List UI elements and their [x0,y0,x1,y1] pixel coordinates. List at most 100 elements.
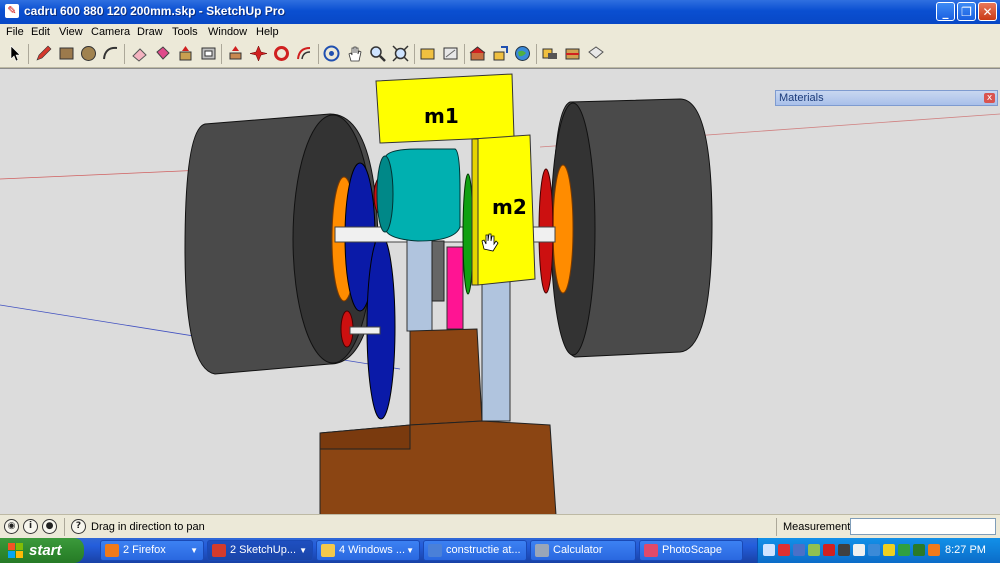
move-icon[interactable] [226,44,245,63]
user-icon[interactable]: ● [42,519,57,534]
task-sketchup[interactable]: 2 SketchUp... ▼ [207,540,313,561]
tray-icon-2[interactable] [778,544,790,556]
right-rim [552,164,574,294]
minimize-button[interactable]: _ [936,2,955,21]
model-viewport[interactable]: m1 m2 [0,68,1000,515]
rectangle-icon[interactable] [57,44,76,63]
task-label: constructie at... [446,544,521,556]
firefox-icon [105,544,119,557]
menu-view[interactable]: View [59,26,83,38]
warehouse-icon[interactable] [468,44,487,63]
task-photoscape[interactable]: PhotoScape [639,540,743,561]
menu-help[interactable]: Help [256,26,279,38]
clock[interactable]: 8:27 PM [945,544,986,556]
component-icon[interactable] [491,44,510,63]
close-button[interactable]: ✕ [978,2,997,21]
tray-icon-10[interactable] [898,544,910,556]
measurements-field[interactable] [850,518,996,535]
model-scene [0,73,1000,515]
base-upper [409,328,483,426]
shadow-icon[interactable] [540,44,559,63]
task-constructie[interactable]: constructie at... [423,540,527,561]
menu-file[interactable]: File [6,26,24,38]
status-hint: Drag in direction to pan [91,521,205,533]
label-m2: m2 [492,195,527,219]
photoscape-icon [644,544,658,557]
task-windows-explorer[interactable]: 4 Windows ... ▼ [316,540,420,561]
circle-icon[interactable] [79,44,98,63]
tray-icon-8[interactable] [868,544,880,556]
arc-icon[interactable] [101,44,120,63]
menu-camera[interactable]: Camera [91,26,130,38]
orbit-icon[interactable] [322,44,341,63]
task-label: 4 Windows ... [339,544,406,556]
task-firefox[interactable]: 2 Firefox ▼ [100,540,204,561]
eraser-icon[interactable] [130,44,149,63]
pencil-icon[interactable] [34,44,53,63]
right-strut [481,278,511,422]
follow-me-icon[interactable] [272,44,291,63]
tray-icon-12[interactable] [928,544,940,556]
status-bar: ◉ i ● ? Drag in direction to pan Measure… [0,514,1000,539]
pan-icon[interactable] [345,44,364,63]
tray-icon-7[interactable] [853,544,865,556]
menu-window[interactable]: Window [208,26,247,38]
zoom-extents-icon[interactable] [391,44,410,63]
tray-icon-4[interactable] [808,544,820,556]
document-icon [428,544,442,557]
start-label: start [29,542,62,559]
task-label: 2 SketchUp... [230,544,297,556]
materials-title: Materials [779,92,824,104]
paint-bucket-icon[interactable] [153,44,172,63]
window-title: cadru 600 880 120 200mm.skp - SketchUp P… [24,4,285,18]
select-icon[interactable] [6,44,25,63]
lower-axle [349,326,381,335]
task-label: PhotoScape [662,544,722,556]
pink-bar [446,246,464,330]
calculator-icon [535,544,549,557]
menu-bar: File Edit View Camera Draw Tools Window … [0,24,1000,41]
tray-icon-9[interactable] [883,544,895,556]
dark-link [431,240,445,302]
tray-icon-6[interactable] [838,544,850,556]
cylinder-end [376,155,394,233]
menu-tools[interactable]: Tools [172,26,198,38]
task-label: Calculator [553,544,603,556]
sketchup-icon [212,544,226,557]
title-bar: ✎ cadru 600 880 120 200mm.skp - SketchUp… [0,0,1000,24]
rotate-icon[interactable] [249,44,268,63]
measurements-label: Measurements [783,521,856,533]
maximize-button[interactable]: ❐ [957,2,976,21]
task-label: 2 Firefox [123,544,166,556]
globe-icon[interactable] [513,44,532,63]
section-icon[interactable] [563,44,582,63]
style-icon[interactable] [586,44,605,63]
tray-icon-11[interactable] [913,544,925,556]
toolbar [0,41,1000,68]
credits-icon[interactable]: i [23,519,38,534]
menu-draw[interactable]: Draw [137,26,163,38]
push-pull-icon[interactable] [176,44,195,63]
tray-icon-3[interactable] [793,544,805,556]
folder-icon [321,544,335,557]
zoom-icon[interactable] [368,44,387,63]
sketchup-app-icon[interactable]: ✎ [5,4,19,18]
tray-icon-1[interactable] [763,544,775,556]
tray-icon-5[interactable] [823,544,835,556]
materials-close-button[interactable]: x [984,93,995,103]
geo-location-icon[interactable]: ◉ [4,519,19,534]
materials-panel[interactable]: Materials x [775,90,998,106]
windows-flag-icon [8,543,23,558]
start-button[interactable]: start [0,538,84,563]
cylinder-motor [384,148,461,242]
help-icon[interactable]: ? [71,519,86,534]
label-m1: m1 [424,104,459,128]
protractor-icon[interactable] [441,44,460,63]
task-calculator[interactable]: Calculator [530,540,636,561]
taskbar: start 2 Firefox ▼ 2 SketchUp... ▼ 4 Wind… [0,538,1000,563]
left-strut [406,238,433,332]
offset-icon[interactable] [199,44,218,63]
menu-edit[interactable]: Edit [31,26,50,38]
tape-measure-icon[interactable] [418,44,437,63]
offset-arc-icon[interactable] [295,44,314,63]
